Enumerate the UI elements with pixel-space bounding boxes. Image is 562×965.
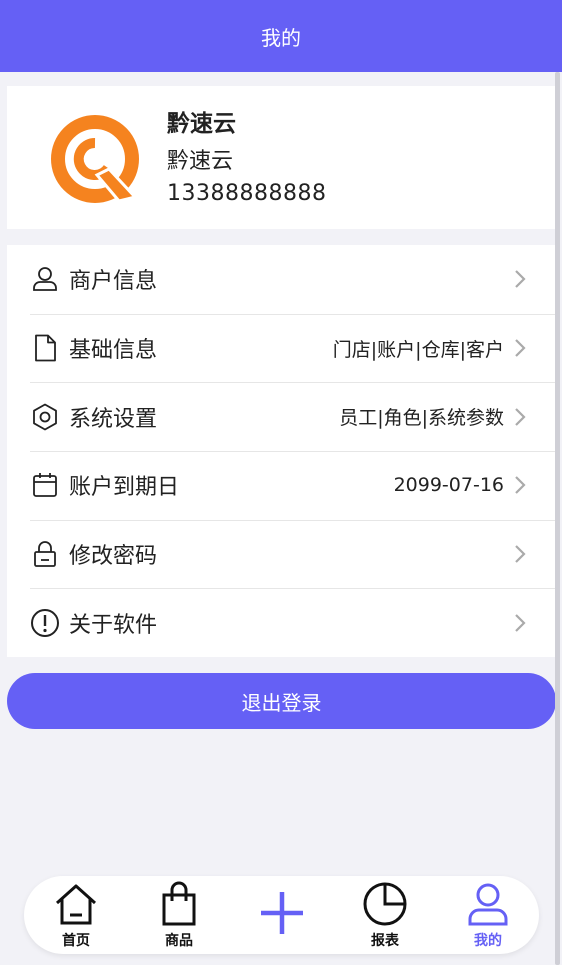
chevron-right-icon: [515, 545, 526, 563]
menu-item-label: 关于软件: [69, 612, 158, 638]
home-icon: [55, 884, 97, 925]
profile-phone: 13388888888: [167, 181, 327, 206]
user-icon: [30, 264, 60, 294]
tab-home[interactable]: 首页: [36, 876, 116, 954]
settings-menu: 商户信息 基础信息 门店|账户|仓库|客户 系统设置 员工|角色|系统参数 账户…: [7, 245, 555, 657]
tab-mine[interactable]: 我的: [448, 876, 528, 954]
user-icon: [468, 883, 508, 926]
tab-label: 我的: [474, 933, 502, 949]
menu-item-value: 2099-07-16: [393, 474, 504, 497]
tab-add[interactable]: [242, 876, 322, 954]
avatar: [51, 115, 139, 203]
scrollbar[interactable]: [555, 72, 560, 965]
menu-item-label: 账户到期日: [69, 475, 180, 501]
document-icon: [30, 333, 60, 363]
chevron-right-icon: [515, 614, 526, 632]
menu-item-label: 商户信息: [69, 269, 158, 295]
pie-chart-icon: [363, 882, 407, 926]
lock-icon: [30, 539, 60, 569]
profile-store: 黔速云: [167, 149, 234, 174]
shopping-bag-icon: [162, 881, 196, 926]
menu-item-label: 基础信息: [69, 338, 158, 364]
page-header: 我的: [0, 0, 562, 72]
calendar-icon: [30, 470, 60, 500]
menu-item-value: 员工|角色|系统参数: [339, 407, 504, 430]
menu-item-change-password[interactable]: 修改密码: [7, 519, 555, 589]
chevron-right-icon: [515, 407, 526, 426]
tab-products[interactable]: 商品: [139, 876, 219, 954]
bottom-tab-bar: 首页 商品 报表 我的: [24, 876, 539, 954]
menu-item-about[interactable]: 关于软件: [7, 588, 555, 657]
tab-reports[interactable]: 报表: [345, 876, 425, 954]
plus-icon: [261, 892, 303, 934]
profile-card[interactable]: 黔速云 黔速云 13388888888: [7, 86, 555, 229]
tab-label: 商品: [165, 933, 193, 949]
profile-name: 黔速云: [167, 111, 236, 137]
tab-label: 报表: [371, 933, 399, 949]
menu-item-expiry-date[interactable]: 账户到期日 2099-07-16: [7, 451, 555, 520]
chevron-right-icon: [515, 476, 526, 495]
settings-hexagon-icon: [30, 402, 60, 432]
logout-button[interactable]: 退出登录: [7, 673, 556, 729]
menu-item-system-settings[interactable]: 系统设置 员工|角色|系统参数: [7, 382, 555, 451]
menu-item-value: 门店|账户|仓库|客户: [332, 338, 504, 361]
menu-item-basic-info[interactable]: 基础信息 门店|账户|仓库|客户: [7, 313, 555, 383]
chevron-right-icon: [515, 339, 526, 357]
menu-item-label: 系统设置: [69, 406, 158, 432]
menu-item-merchant-info[interactable]: 商户信息: [7, 245, 555, 314]
chevron-right-icon: [515, 270, 526, 289]
tab-label: 首页: [62, 933, 90, 949]
menu-item-label: 修改密码: [69, 544, 158, 570]
page-title: 我的: [261, 25, 301, 50]
info-icon: [30, 608, 60, 638]
